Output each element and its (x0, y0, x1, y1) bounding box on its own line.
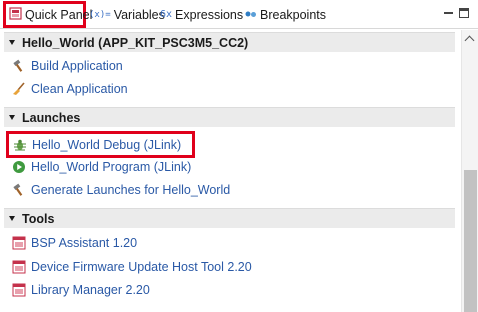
breakpoints-icon (245, 8, 257, 22)
generate-launches-link[interactable]: Generate Launches for Hello_World (12, 180, 230, 200)
collapse-triangle-icon[interactable] (9, 216, 15, 221)
build-application-link[interactable]: Build Application (12, 56, 123, 76)
view-tab-bar: Quick Panel (x)= Variables 6x Expression… (0, 0, 478, 29)
section-title: Launches (22, 110, 81, 125)
tab-label: Expressions (175, 7, 244, 22)
collapse-triangle-icon[interactable] (9, 115, 15, 120)
bsp-assistant-link[interactable]: BSP Assistant 1.20 (12, 233, 137, 253)
link-label: Clean Application (31, 82, 128, 96)
tab-quick-panel[interactable]: Quick Panel (3, 1, 92, 28)
maximize-icon[interactable] (459, 8, 469, 18)
debug-jlink-link[interactable]: Hello_World Debug (JLink) (6, 131, 195, 158)
quick-panel-content: Hello_World (APP_KIT_PSC3M5_CC2) Build A… (0, 30, 461, 312)
program-jlink-link[interactable]: Hello_World Program (JLink) (12, 157, 191, 177)
section-title: Tools (22, 211, 55, 226)
link-label: Generate Launches for Hello_World (31, 183, 231, 197)
minimize-icon[interactable] (443, 7, 455, 19)
tab-label: Variables (113, 7, 165, 22)
link-label: Build Application (31, 59, 123, 73)
collapse-triangle-icon[interactable] (9, 40, 15, 45)
tool-window-icon (12, 236, 26, 250)
link-label: Hello_World Debug (JLink) (32, 137, 182, 152)
scroll-up-icon[interactable] (465, 34, 475, 44)
tab-label: Breakpoints (260, 7, 327, 22)
link-label: BSP Assistant 1.20 (31, 236, 138, 250)
link-label: Device Firmware Update Host Tool 2.20 (31, 260, 252, 274)
section-header-project[interactable]: Hello_World (APP_KIT_PSC3M5_CC2) (4, 32, 455, 52)
link-label: Library Manager 2.20 (31, 283, 150, 297)
tool-window-icon (12, 260, 26, 274)
library-manager-link[interactable]: Library Manager 2.20 (12, 280, 150, 300)
clean-application-link[interactable]: Clean Application (12, 79, 128, 99)
broom-icon (12, 82, 26, 96)
hammer-icon (12, 59, 26, 73)
section-title: Hello_World (APP_KIT_PSC3M5_CC2) (22, 35, 249, 50)
link-label: Hello_World Program (JLink) (31, 160, 192, 174)
quick-panel-icon (9, 6, 22, 23)
vertical-scrollbar[interactable] (461, 30, 478, 312)
variables-icon: (x)= (89, 9, 111, 20)
debug-bug-icon (13, 138, 27, 152)
dfu-host-tool-link[interactable]: Device Firmware Update Host Tool 2.20 (12, 257, 252, 277)
run-icon (12, 160, 26, 174)
expressions-icon: 6x (160, 9, 173, 20)
scrollbar-thumb[interactable] (464, 170, 477, 312)
tab-label: Quick Panel (25, 7, 93, 22)
hammer-icon (12, 183, 26, 197)
section-header-tools[interactable]: Tools (4, 208, 455, 228)
tab-variables[interactable]: (x)= Variables (89, 0, 165, 29)
tab-expressions[interactable]: 6x Expressions (160, 0, 243, 29)
tool-window-icon (12, 283, 26, 297)
section-header-launches[interactable]: Launches (4, 107, 455, 127)
tab-breakpoints[interactable]: Breakpoints (245, 0, 326, 29)
